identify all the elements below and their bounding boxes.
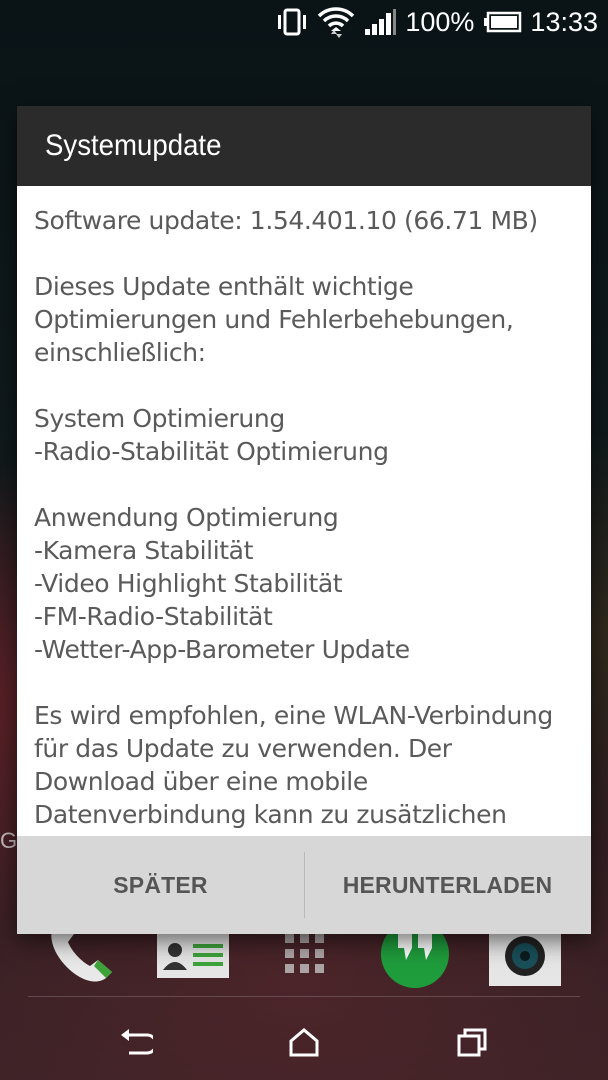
text-line: Datenverbindung kann zu zusätzlichen — [34, 800, 507, 829]
list-item: -Wetter-App-Barometer Update — [34, 635, 410, 664]
battery-percent: 100% — [405, 6, 475, 37]
contacts-icon[interactable] — [155, 930, 231, 984]
download-button[interactable]: HERUNTERLADEN — [304, 836, 591, 934]
dialog-footer: SPÄTER HERUNTERLADEN — [17, 836, 591, 934]
version-line: Software update: 1.54.401.10 (66.71 MB) — [34, 206, 538, 235]
system-section: System Optimierung -Radio-Stabilität Opt… — [34, 402, 574, 468]
text-line: einschließlich: — [34, 338, 206, 367]
battery-icon — [482, 2, 522, 42]
navigation-bar — [0, 1000, 608, 1080]
clock: 13:33 — [530, 6, 598, 37]
app-drawer-icon[interactable] — [283, 932, 327, 980]
status-bar: 100% 13:33 — [0, 0, 608, 44]
recents-icon[interactable] — [452, 1022, 492, 1062]
dialog-header: Systemupdate — [17, 106, 591, 186]
section-heading: System Optimierung — [34, 404, 285, 433]
list-item: -Video Highlight Stabilität — [34, 569, 343, 598]
section-heading: Anwendung Optimierung — [34, 503, 339, 532]
back-icon[interactable] — [116, 1022, 156, 1062]
text-line: Download über eine mobile — [34, 767, 368, 796]
signal-icon — [363, 2, 397, 42]
text-line: Optimierungen und Fehlerbehebungen, — [34, 305, 514, 334]
list-item: -FM-Radio-Stabilität — [34, 602, 273, 631]
dock-divider — [28, 996, 580, 997]
list-item: -Kamera Stabilität — [34, 536, 253, 565]
text-line: Dieses Update enthält wichtige — [34, 272, 414, 301]
home-icon[interactable] — [284, 1022, 324, 1062]
list-item: -Radio-Stabilität Optimierung — [34, 437, 389, 466]
app-section: Anwendung Optimierung -Kamera Stabilität… — [34, 501, 574, 666]
vibrate-icon — [275, 2, 309, 42]
intro-paragraph: Dieses Update enthält wichtige Optimieru… — [34, 270, 574, 369]
dialog-body[interactable]: Software update: 1.54.401.10 (66.71 MB) … — [17, 186, 591, 836]
system-update-dialog: Systemupdate Software update: 1.54.401.1… — [17, 106, 591, 934]
camera-icon[interactable] — [487, 928, 563, 994]
text-line: Es wird empfohlen, eine WLAN-Verbindung — [34, 701, 553, 730]
wifi-icon — [317, 2, 355, 42]
recommendation-paragraph: Es wird empfohlen, eine WLAN-Verbindung … — [34, 699, 574, 831]
button-divider — [304, 852, 305, 918]
dialog-title: Systemupdate — [45, 129, 222, 162]
text-line: für das Update zu verwenden. Der — [34, 734, 452, 763]
later-button[interactable]: SPÄTER — [17, 836, 304, 934]
homescreen-edge-text: G — [0, 828, 18, 853]
